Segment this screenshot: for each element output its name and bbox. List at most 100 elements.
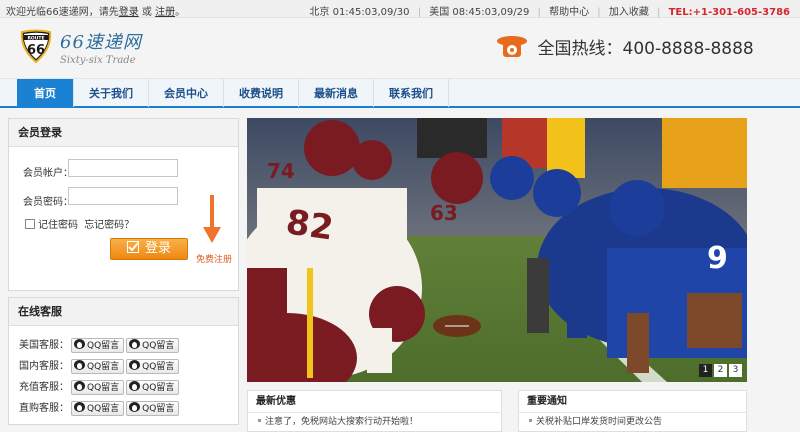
logo-badge-number: 66 bbox=[27, 43, 45, 58]
nav-item-about[interactable]: 关于我们 bbox=[74, 79, 149, 107]
qq-penguin-icon bbox=[129, 359, 141, 370]
qq-penguin-icon bbox=[129, 401, 141, 412]
logo-chinese: 66速递网 bbox=[60, 32, 142, 53]
banner-slideshow[interactable]: 82 74 63 9 123 bbox=[247, 118, 747, 382]
qq-message-button[interactable]: QQ留言 bbox=[71, 358, 125, 374]
help-center-link[interactable]: 帮助中心 bbox=[549, 3, 589, 18]
qq-message-button[interactable]: QQ留言 bbox=[71, 337, 125, 353]
remember-label[interactable]: 记住密码 bbox=[38, 220, 78, 231]
route-66-logo-icon[interactable]: ROUTE 66 bbox=[18, 28, 54, 64]
tel-number: TEL:+1-301-605-3786 bbox=[668, 7, 790, 18]
check-icon bbox=[126, 241, 139, 253]
qq-label: QQ留言 bbox=[87, 340, 120, 351]
qq-penguin-icon bbox=[129, 338, 141, 349]
welcome-message: 欢迎光临66速递网，请先登录 或 注册。 bbox=[6, 3, 185, 18]
remember-checkbox[interactable] bbox=[25, 219, 35, 229]
member-login-title: 会员登录 bbox=[9, 119, 238, 147]
qq-label: QQ留言 bbox=[87, 382, 120, 393]
jersey-number: 82 bbox=[283, 202, 335, 248]
qq-penguin-icon bbox=[74, 359, 85, 370]
qq-penguin-icon bbox=[74, 380, 85, 391]
forgot-password-link[interactable]: 忘记密码？ bbox=[84, 220, 134, 231]
qq-label: QQ留言 bbox=[142, 403, 175, 414]
service-label: 国内客服： bbox=[19, 361, 69, 372]
nav-item-member-center[interactable]: 会员中心 bbox=[149, 79, 224, 107]
online-service-panel: 在线客服 美国客服： QQ留言 QQ留言 国内客服： QQ留言 QQ留言 充值客服： QQ… bbox=[8, 297, 239, 425]
service-label: 充值客服： bbox=[19, 382, 69, 393]
promotion-item[interactable]: 注意了，免税网站大搜索行动开始啦！ bbox=[265, 417, 418, 427]
qq-label: QQ留言 bbox=[142, 361, 175, 372]
qq-penguin-icon bbox=[74, 338, 85, 349]
qq-label: QQ留言 bbox=[87, 361, 120, 372]
header: ROUTE 66 66速递网 Sixty-six Trade 全国热线：400-… bbox=[0, 18, 800, 78]
service-label: 直购客服： bbox=[19, 403, 69, 414]
logo-text: 66速递网 Sixty-six Trade bbox=[60, 28, 142, 66]
notice-item[interactable]: 关税补贴口岸发货时间更改公告 bbox=[536, 417, 662, 427]
remember-row: 记住密码 忘记密码？ bbox=[25, 216, 134, 231]
separator: | bbox=[597, 7, 601, 18]
service-row-us: 美国客服： QQ留言 QQ留言 bbox=[19, 336, 180, 353]
qq-message-button[interactable]: QQ留言 bbox=[126, 358, 180, 374]
service-label: 美国客服： bbox=[19, 340, 69, 351]
logo-badge-top: ROUTE bbox=[27, 36, 44, 42]
bullet-icon bbox=[529, 419, 532, 422]
register-link[interactable]: 注册 bbox=[155, 7, 175, 18]
list-item[interactable]: 注意了，免税网站大搜索行动开始啦！ bbox=[248, 413, 501, 431]
password-label: 会员密码： bbox=[23, 197, 73, 208]
service-row-domestic: 国内客服： QQ留言 QQ留言 bbox=[19, 357, 180, 374]
separator: | bbox=[417, 7, 422, 18]
separator: | bbox=[657, 7, 661, 18]
qq-penguin-icon bbox=[74, 401, 85, 412]
hotline-label: 全国热线：400-8888-8888 bbox=[537, 39, 754, 59]
promotions-title: 最新优惠 bbox=[248, 391, 501, 413]
qq-message-button[interactable]: QQ留言 bbox=[71, 400, 125, 416]
us-time: 美国 08:45:03,09/29 bbox=[429, 7, 530, 18]
main-nav: 首页 关于我们 会员中心 收费说明 最新消息 联系我们 bbox=[0, 78, 800, 108]
qq-message-button[interactable]: QQ留言 bbox=[126, 379, 180, 395]
top-bar: 欢迎光临66速递网，请先登录 或 注册。 北京 01:45:03,09/30 |… bbox=[0, 0, 800, 18]
banner-pager: 123 bbox=[697, 362, 742, 377]
qq-label: QQ留言 bbox=[142, 340, 175, 351]
qq-message-button[interactable]: QQ留言 bbox=[126, 400, 180, 416]
qq-penguin-icon bbox=[129, 380, 141, 391]
member-login-panel: 会员登录 会员帐户： 会员密码： 记住密码 忘记密码？ 登录 免费注册 bbox=[8, 118, 239, 291]
nav-item-news[interactable]: 最新消息 bbox=[299, 79, 374, 107]
top-bar-right: 北京 01:45:03,09/30 | 美国 08:45:03,09/29 | … bbox=[309, 3, 790, 18]
free-register-link[interactable]: 免费注册 bbox=[196, 252, 232, 265]
nav-item-contact[interactable]: 联系我们 bbox=[374, 79, 449, 107]
notices-panel: 重要通知 关税补贴口岸发货时间更改公告 bbox=[518, 390, 747, 432]
welcome-suffix: 。 bbox=[175, 7, 186, 18]
telephone-icon bbox=[494, 35, 530, 59]
add-favorite-link[interactable]: 加入收藏 bbox=[609, 3, 649, 18]
notices-title: 重要通知 bbox=[519, 391, 746, 413]
account-input[interactable] bbox=[68, 159, 178, 177]
qq-message-button[interactable]: QQ留言 bbox=[126, 337, 180, 353]
banner-page-2[interactable]: 2 bbox=[714, 364, 727, 377]
arrow-down-icon bbox=[203, 195, 221, 243]
nav-item-home[interactable]: 首页 bbox=[17, 79, 74, 107]
list-item[interactable]: 关税补贴口岸发货时间更改公告 bbox=[519, 413, 746, 431]
password-input[interactable] bbox=[68, 187, 178, 205]
jersey-number: 74 bbox=[267, 159, 295, 183]
nav-item-fees[interactable]: 收费说明 bbox=[224, 79, 299, 107]
banner-page-1[interactable]: 1 bbox=[699, 364, 712, 377]
promotions-panel: 最新优惠 注意了，免税网站大搜索行动开始啦！ bbox=[247, 390, 502, 432]
qq-label: QQ留言 bbox=[142, 382, 175, 393]
jersey-number: 9 bbox=[707, 241, 728, 276]
login-link[interactable]: 登录 bbox=[119, 7, 139, 18]
separator: | bbox=[537, 7, 541, 18]
welcome-prefix: 欢迎光临66速递网，请先 bbox=[6, 7, 119, 18]
bullet-icon bbox=[258, 419, 261, 422]
beijing-time: 北京 01:45:03,09/30 bbox=[309, 7, 410, 18]
login-button-label: 登录 bbox=[144, 241, 171, 256]
online-service-title: 在线客服 bbox=[9, 298, 238, 326]
or-text: 或 bbox=[141, 7, 152, 18]
jersey-number: 63 bbox=[430, 201, 458, 225]
service-row-recharge: 充值客服： QQ留言 QQ留言 bbox=[19, 378, 180, 395]
logo-english: Sixty-six Trade bbox=[60, 55, 136, 66]
qq-label: QQ留言 bbox=[87, 403, 120, 414]
account-label: 会员帐户： bbox=[23, 168, 73, 179]
login-button[interactable]: 登录 bbox=[110, 238, 188, 260]
banner-page-3[interactable]: 3 bbox=[729, 364, 742, 377]
qq-message-button[interactable]: QQ留言 bbox=[71, 379, 125, 395]
